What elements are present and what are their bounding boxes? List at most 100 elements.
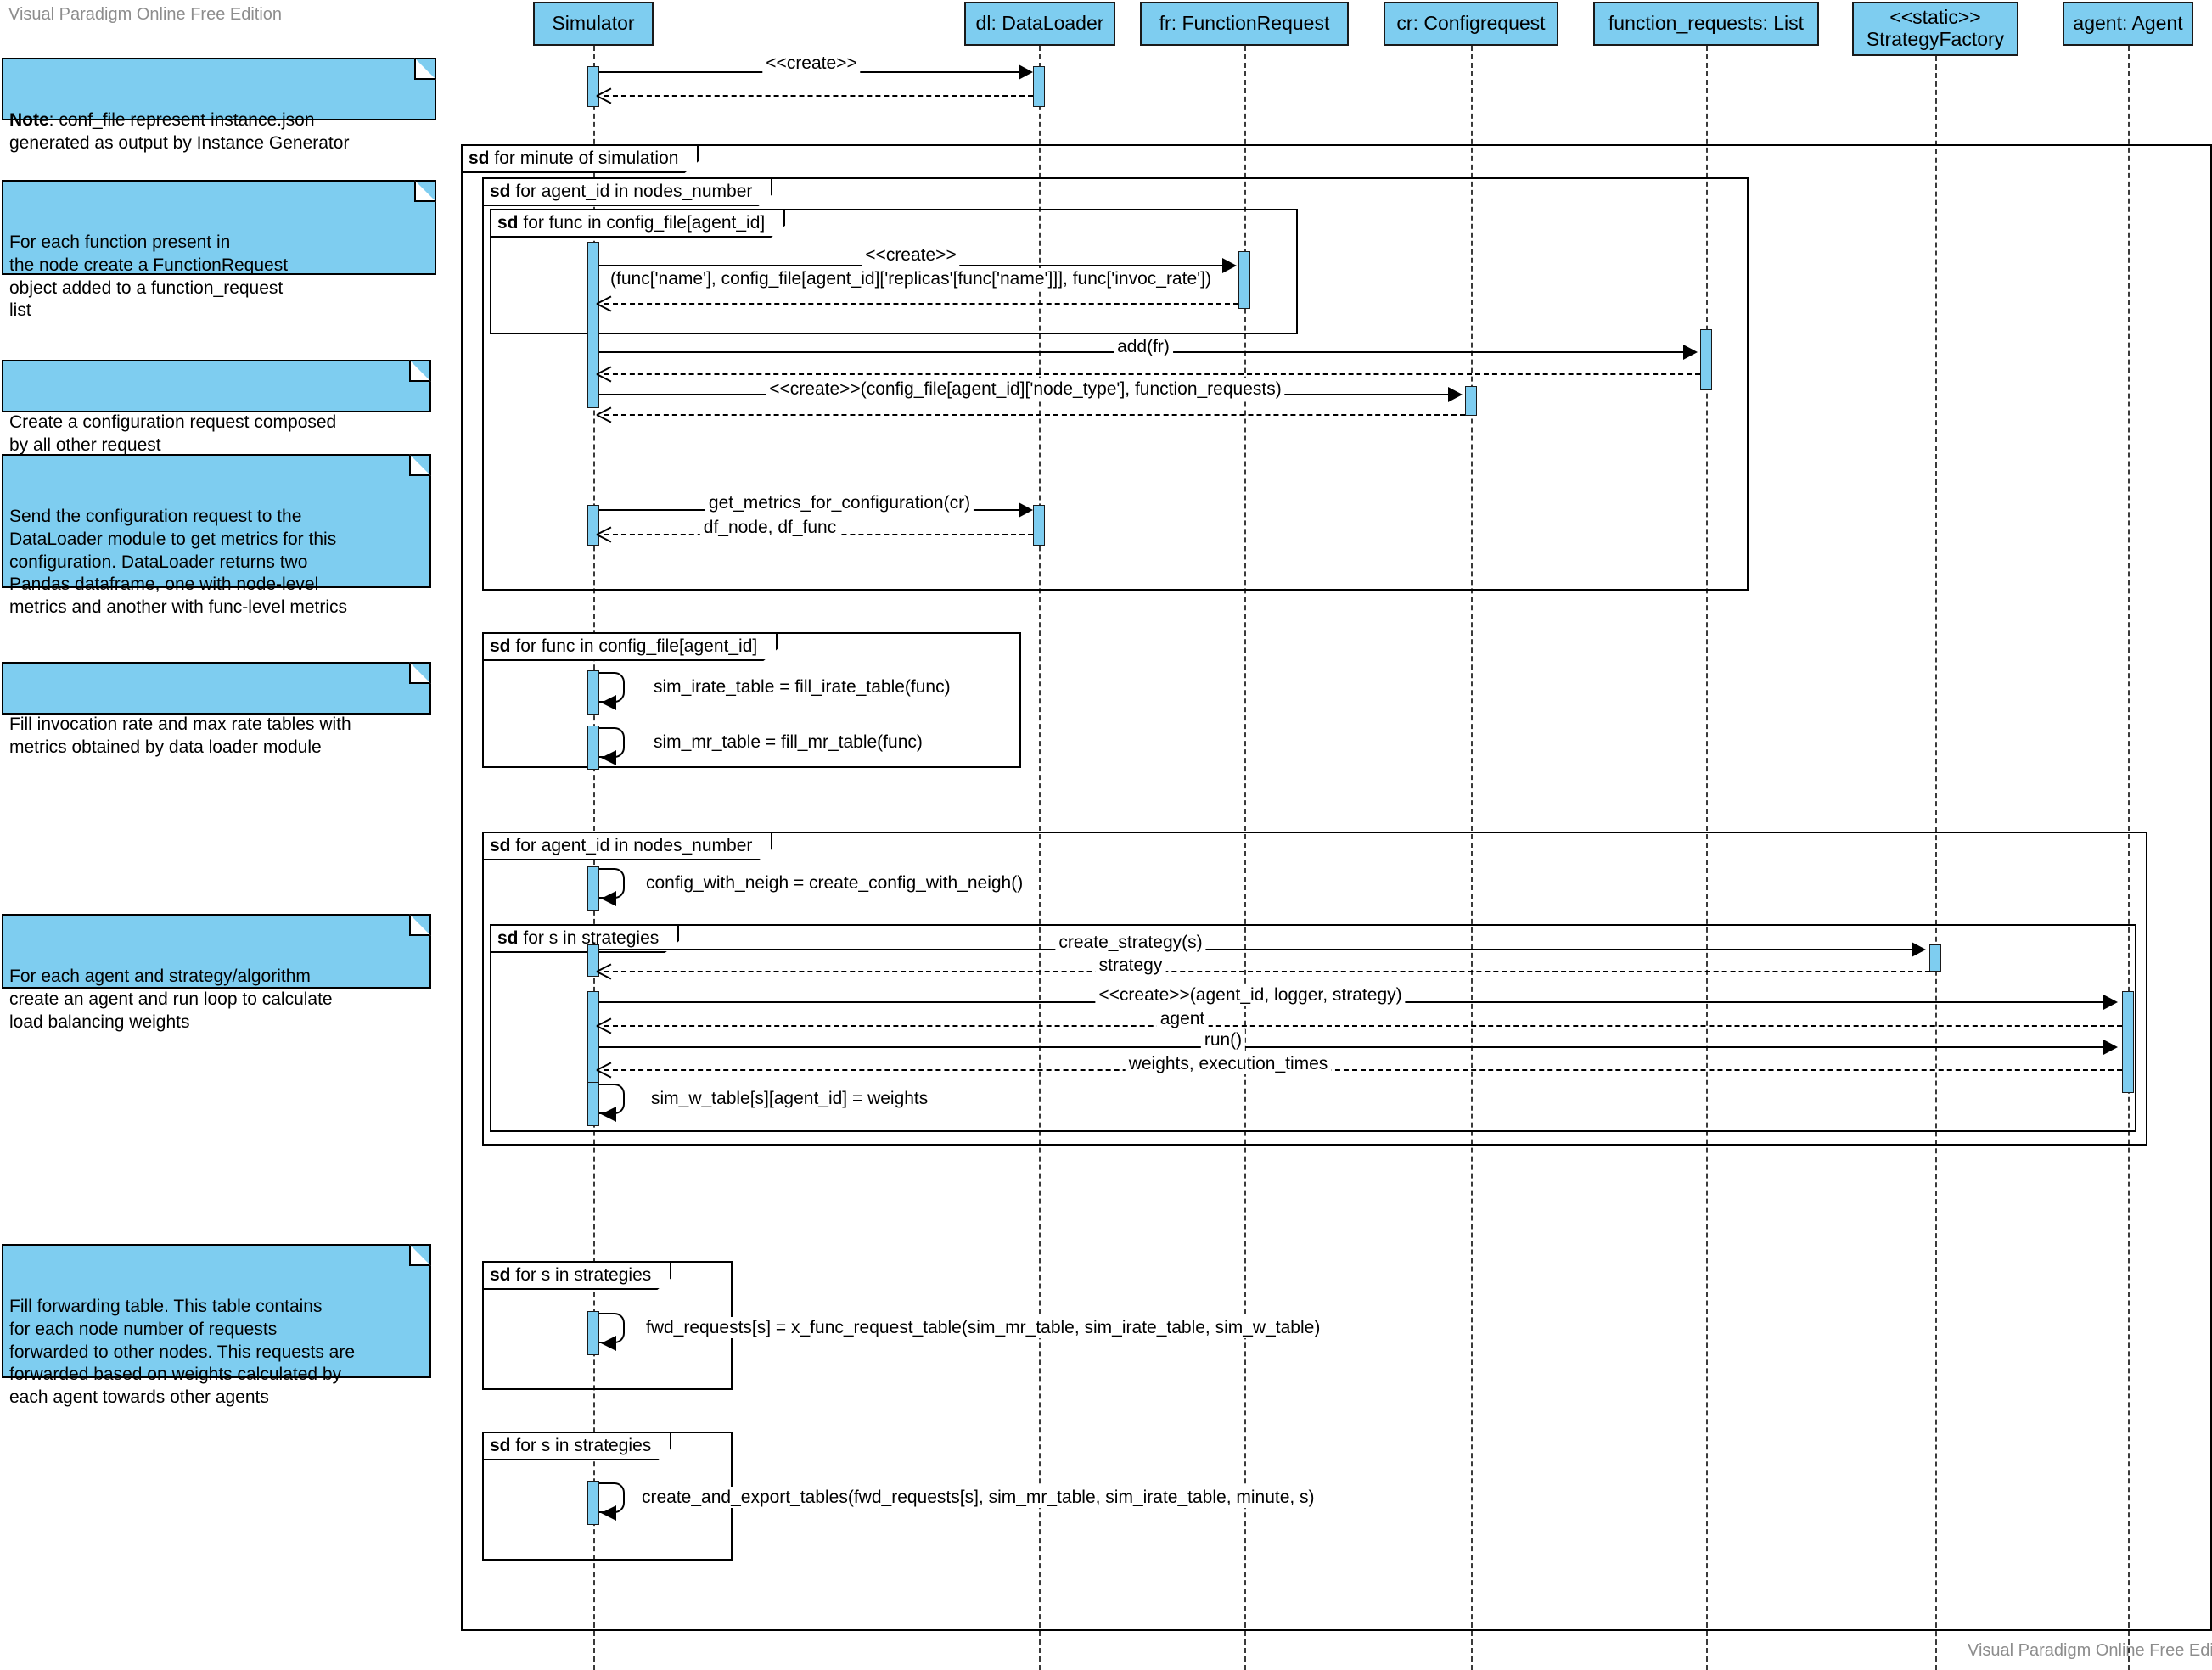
note-config-request: Create a configuration request composed … bbox=[2, 360, 431, 455]
lifeline-head-strategyfactory[interactable]: <<static>> StrategyFactory bbox=[1852, 2, 2018, 56]
note-dataloader: Send the configuration request to the Da… bbox=[2, 454, 431, 617]
msg-create-funcrequest-arrowhead bbox=[1222, 258, 1237, 273]
note-fill-tables: Fill invocation rate and max rate tables… bbox=[2, 662, 431, 757]
frag-text: for func in config_file[agent_id] bbox=[515, 636, 758, 656]
lifeline-head-simulator[interactable]: Simulator bbox=[533, 2, 654, 46]
frag-label-for-minute-of-simulation: sd for minute of simulation bbox=[463, 146, 699, 173]
msg-config-with-neigh-arrowhead bbox=[601, 891, 616, 906]
note-prefix: Note bbox=[9, 109, 49, 130]
note-conf-file: Note: conf_file represent instance.json … bbox=[2, 58, 436, 153]
msg-sim-w-table-label: sim_w_table[s][agent_id] = weights bbox=[648, 1088, 932, 1110]
msg-return-strategy-arrowhead bbox=[597, 963, 611, 978]
note-fold-icon bbox=[409, 454, 431, 476]
msg-fill-mr-arrowhead bbox=[601, 750, 616, 765]
msg-create-strategy-line bbox=[599, 949, 1916, 950]
msg-return-run-label: weights, execution_times bbox=[1125, 1053, 1332, 1075]
activation-simulator-agent-block bbox=[587, 991, 599, 1093]
msg-return-strategy-label: strategy bbox=[1095, 955, 1166, 977]
frag-label-for-agent-id-1: sd for agent_id in nodes_number bbox=[484, 179, 772, 206]
note-text: For each agent and strategy/algorithm cr… bbox=[9, 966, 333, 1032]
watermark-top: Visual Paradigm Online Free Edition bbox=[8, 5, 283, 24]
note-function-request: For each function present in the node cr… bbox=[2, 180, 436, 320]
activation-config-with-neigh bbox=[587, 866, 599, 911]
lifeline-head-functionrequest[interactable]: fr: FunctionRequest bbox=[1140, 2, 1349, 46]
frag-text: for func in config_file[agent_id] bbox=[523, 213, 766, 233]
frag-keyword: sd bbox=[490, 1265, 511, 1285]
msg-return-run-arrowhead bbox=[597, 1062, 611, 1077]
msg-return-agent-line bbox=[604, 1025, 2122, 1027]
activation-function-requests-list bbox=[1700, 329, 1712, 390]
msg-sim-w-table-arrowhead bbox=[601, 1107, 616, 1122]
msg-create-funcrequest-label-1: <<create>> bbox=[862, 244, 960, 266]
lifeline-head-agent[interactable]: agent: Agent bbox=[2063, 2, 2193, 46]
msg-return-run-line bbox=[604, 1069, 2122, 1071]
msg-return-dataloader-arrowhead bbox=[597, 87, 611, 103]
activation-fill-irate bbox=[587, 670, 599, 715]
msg-create-export-label: create_and_export_tables(fwd_requests[s]… bbox=[638, 1487, 1318, 1509]
frag-text: for s in strategies bbox=[515, 1436, 652, 1455]
activation-fill-mr bbox=[587, 726, 599, 770]
msg-create-configrequest-arrowhead bbox=[1448, 387, 1463, 402]
activation-dataloader-create bbox=[1033, 66, 1045, 107]
msg-return-funcrequest-arrowhead bbox=[597, 295, 611, 311]
msg-create-strategy-arrowhead bbox=[1912, 942, 1926, 957]
frag-keyword: sd bbox=[469, 149, 490, 168]
activation-sim-w-table bbox=[587, 1082, 599, 1126]
sequence-diagram-canvas: Visual Paradigm Online Free Edition Visu… bbox=[0, 0, 2212, 1670]
frag-text: for s in strategies bbox=[515, 1265, 652, 1285]
frag-text: for minute of simulation bbox=[494, 149, 679, 168]
msg-return-strategy-line bbox=[604, 971, 1930, 972]
activation-functionrequest bbox=[1238, 251, 1250, 309]
msg-fill-irate-label: sim_irate_table = fill_irate_table(func) bbox=[650, 676, 954, 698]
frag-keyword: sd bbox=[497, 213, 519, 233]
msg-create-agent-label: <<create>>(agent_id, logger, strategy) bbox=[1095, 984, 1406, 1006]
activation-create-export bbox=[587, 1481, 599, 1525]
frag-label-for-s-strategies-3: sd for s in strategies bbox=[484, 1433, 671, 1460]
msg-fwd-requests-label: fwd_requests[s] = x_func_request_table(s… bbox=[643, 1317, 1324, 1339]
msg-run-arrowhead bbox=[2103, 1040, 2118, 1055]
msg-create-dataloader-label: <<create>> bbox=[762, 53, 861, 75]
msg-return-add-fr-line bbox=[604, 373, 1700, 375]
note-fold-icon bbox=[409, 1244, 431, 1266]
note-text: Fill invocation rate and max rate tables… bbox=[9, 714, 351, 757]
msg-fill-mr-label: sim_mr_table = fill_mr_table(func) bbox=[650, 731, 926, 754]
note-text: Fill forwarding table. This table contai… bbox=[9, 1296, 356, 1408]
frag-label-for-s-strategies-2: sd for s in strategies bbox=[484, 1263, 671, 1290]
note-forwarding: Fill forwarding table. This table contai… bbox=[2, 1244, 431, 1407]
note-text: Create a configuration request composed … bbox=[9, 412, 337, 455]
frag-keyword: sd bbox=[490, 1436, 511, 1455]
note-text: For each function present in the node cr… bbox=[9, 232, 289, 321]
msg-return-metrics-label: df_node, df_func bbox=[699, 517, 840, 539]
note-fold-icon bbox=[414, 58, 436, 80]
note-text: Send the configuration request to the Da… bbox=[9, 506, 347, 618]
lifeline-head-dataloader[interactable]: dl: DataLoader bbox=[964, 2, 1115, 46]
note-agent-strategy: For each agent and strategy/algorithm cr… bbox=[2, 914, 431, 1032]
msg-return-metrics-arrowhead bbox=[597, 526, 611, 541]
frag-keyword: sd bbox=[497, 928, 519, 948]
msg-get-metrics-arrowhead bbox=[1019, 502, 1033, 518]
watermark-bottom: Visual Paradigm Online Free Edition bbox=[1968, 1641, 2212, 1660]
note-fold-icon bbox=[409, 662, 431, 684]
lifeline-head-configrequest[interactable]: cr: Configrequest bbox=[1384, 2, 1558, 46]
msg-return-funcrequest-line bbox=[604, 303, 1238, 305]
frag-label-for-agent-id-2: sd for agent_id in nodes_number bbox=[484, 833, 772, 860]
msg-return-dataloader-line bbox=[604, 95, 1033, 97]
msg-get-metrics-label: get_metrics_for_configuration(cr) bbox=[705, 492, 974, 514]
frag-keyword: sd bbox=[490, 182, 511, 201]
frag-text: for agent_id in nodes_number bbox=[515, 836, 753, 855]
msg-return-agent-label: agent bbox=[1156, 1008, 1209, 1030]
msg-return-agent-arrowhead bbox=[597, 1017, 611, 1033]
msg-create-export-arrowhead bbox=[601, 1505, 616, 1521]
msg-create-configrequest-label: <<create>>(config_file[agent_id]['node_t… bbox=[766, 378, 1285, 401]
frag-label-for-func-1: sd for func in config_file[agent_id] bbox=[491, 210, 785, 238]
activation-agent bbox=[2122, 991, 2134, 1093]
msg-run-line bbox=[599, 1046, 2108, 1048]
activation-dataloader-get-metrics bbox=[1033, 505, 1045, 546]
note-text: : conf_file represent instance.json gene… bbox=[9, 109, 350, 153]
msg-create-strategy-label: create_strategy(s) bbox=[1055, 932, 1206, 954]
msg-return-configrequest-line bbox=[604, 414, 1465, 416]
activation-fwd-requests bbox=[587, 1311, 599, 1355]
lifeline-head-function-requests[interactable]: function_requests: List bbox=[1593, 2, 1819, 46]
note-fold-icon bbox=[409, 360, 431, 382]
activation-configrequest bbox=[1465, 386, 1477, 416]
